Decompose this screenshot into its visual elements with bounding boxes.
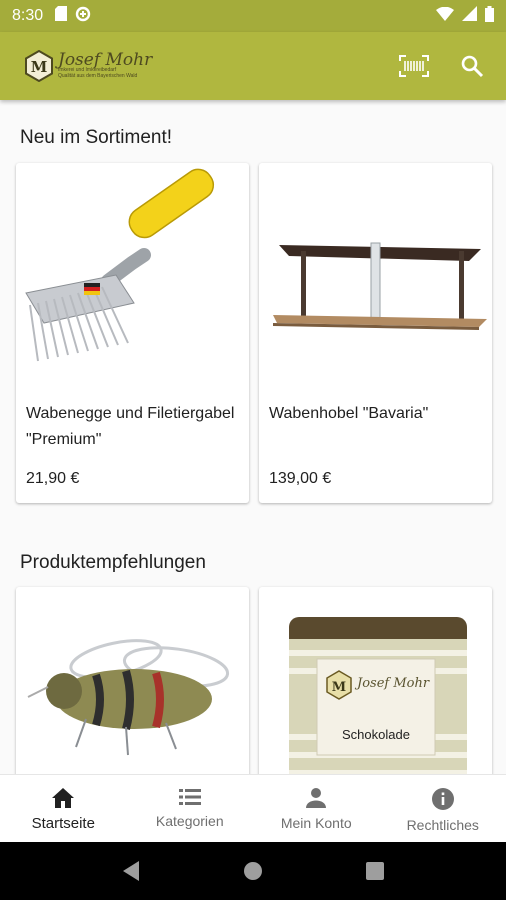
chocolate-package-image: M Josef Mohr Schokolade xyxy=(259,587,492,774)
nav-item-kategorien[interactable]: Kategorien xyxy=(127,775,254,842)
brand-tagline-2: Qualität aus dem Bayerischen Wald xyxy=(58,73,138,79)
comb-plane-image xyxy=(259,163,492,373)
list-icon xyxy=(178,789,201,805)
battery-icon xyxy=(485,5,494,27)
system-navigation-bar xyxy=(0,842,506,900)
package-brand-name: Josef Mohr xyxy=(354,676,430,691)
app-bar: M Josef Mohr Imkerei und Imkereibedarf Q… xyxy=(0,32,506,100)
nav-label: Kategorien xyxy=(155,813,224,829)
brand-logo[interactable]: M Josef Mohr Imkerei und Imkereibedarf Q… xyxy=(24,50,152,82)
bottom-navigation: Startseite Kategorien Mein Konto Rechtli… xyxy=(0,774,506,842)
status-bar: 8:30 xyxy=(0,0,506,32)
brand-letter: M xyxy=(31,58,48,76)
product-card[interactable]: Wabenegge und Filetiergabel "Premium" 21… xyxy=(16,163,249,503)
barcode-scan-button[interactable] xyxy=(398,50,430,82)
product-card[interactable] xyxy=(16,587,249,774)
section-title-recommendations: Produktempfehlungen xyxy=(20,552,206,573)
nav-label: Mein Konto xyxy=(280,815,352,831)
sd-card-icon xyxy=(55,6,68,26)
back-icon[interactable] xyxy=(121,860,141,882)
package-label: Schokolade xyxy=(342,727,410,742)
nav-label: Startseite xyxy=(31,815,95,832)
wifi-icon xyxy=(436,6,454,26)
brand-name: Josef Mohr xyxy=(58,50,153,70)
search-button[interactable] xyxy=(456,50,488,82)
brand-hexagon-icon: M xyxy=(25,50,53,82)
data-saver-icon xyxy=(75,6,91,27)
barcode-scan-icon xyxy=(399,55,429,77)
nav-item-mein-konto[interactable]: Mein Konto xyxy=(253,775,380,842)
product-card[interactable]: Wabenhobel "Bavaria" 139,00 € xyxy=(259,163,492,503)
nav-item-rechtliches[interactable]: Rechtliches xyxy=(380,775,506,842)
home-circle-icon[interactable] xyxy=(242,860,264,882)
info-icon xyxy=(431,788,454,810)
product-card[interactable]: M Josef Mohr Schokolade xyxy=(259,587,492,774)
uncapping-fork-image xyxy=(16,163,249,373)
product-name: Wabenegge und Filetiergabel "Premium" xyxy=(26,405,235,448)
home-feed[interactable]: Neu im Sortiment! Wabenegge und Filetier… xyxy=(0,100,506,774)
search-icon xyxy=(461,55,484,78)
status-time: 8:30 xyxy=(12,7,44,24)
section-title-new: Neu im Sortiment! xyxy=(20,127,173,148)
package-brand-letter: M xyxy=(332,680,346,695)
nav-label: Rechtliches xyxy=(406,817,479,833)
recents-icon[interactable] xyxy=(365,861,385,881)
product-price: 21,90 € xyxy=(26,470,80,487)
product-price: 139,00 € xyxy=(269,470,332,487)
signal-icon xyxy=(462,6,477,26)
nav-item-startseite[interactable]: Startseite xyxy=(0,775,127,842)
person-icon xyxy=(306,788,327,808)
product-name: Wabenhobel "Bavaria" xyxy=(269,405,429,422)
home-icon xyxy=(52,788,75,808)
metal-bee-sculpture-image xyxy=(16,587,249,774)
